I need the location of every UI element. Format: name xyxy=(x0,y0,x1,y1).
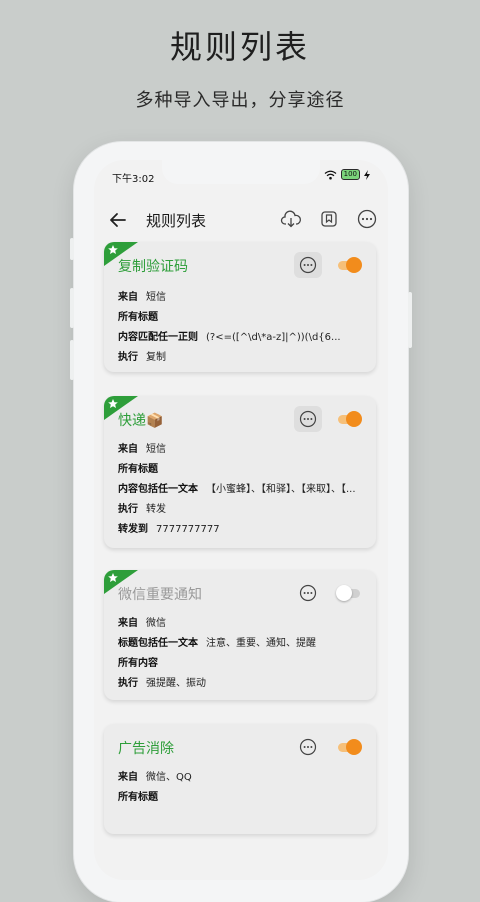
rule-line: 来自 微信、QQ xyxy=(118,772,192,783)
page-title: 规则列表 xyxy=(146,212,207,230)
phone-side-button xyxy=(70,238,74,260)
rule-title: 快递📦 xyxy=(118,413,164,429)
promo-title: 规则列表 xyxy=(169,28,310,66)
rule-toggle[interactable] xyxy=(336,410,362,428)
rule-line: 来自 短信 xyxy=(118,444,166,455)
battery-icon: 100 xyxy=(340,169,360,180)
rule-title: 微信重要通知 xyxy=(118,587,202,603)
rule-toggle[interactable] xyxy=(336,738,362,756)
rule-toggle[interactable] xyxy=(336,256,362,274)
notch xyxy=(162,160,320,184)
phone-side-button xyxy=(70,288,74,328)
rule-more-button[interactable] xyxy=(294,252,322,278)
rule-line: 所有内容 xyxy=(118,658,158,669)
promo-subtitle: 多种导入导出，分享途径 xyxy=(135,90,345,111)
rule-card[interactable]: 快递📦 来自 短信 所有标题 内容包括任一文本 【小蜜蜂】、【和驿】、【来取】、【.… xyxy=(104,396,376,548)
back-arrow-icon[interactable] xyxy=(106,208,130,232)
rule-line: 所有标题 xyxy=(118,792,158,803)
more-icon xyxy=(299,256,317,274)
wifi-icon xyxy=(324,170,337,179)
rule-line: 执行 强提醒、振动 xyxy=(118,678,206,689)
phone-side-button xyxy=(70,340,74,380)
phone-screen: 下午3:02 100 规则列表 复制验证码 来自 短信 所有标题 内容匹配任一正… xyxy=(94,160,388,880)
rule-toggle[interactable] xyxy=(336,584,362,602)
more-icon xyxy=(299,410,317,428)
bookmark-icon[interactable] xyxy=(318,208,340,230)
charging-icon xyxy=(364,169,370,180)
phone-side-button xyxy=(408,292,412,348)
rule-line: 所有标题 xyxy=(118,312,158,323)
more-icon[interactable] xyxy=(356,208,378,230)
rule-line: 转发到 7777777777 xyxy=(118,524,220,535)
rule-line: 所有标题 xyxy=(118,464,158,475)
phone-frame: 下午3:02 100 规则列表 复制验证码 来自 短信 所有标题 内容匹配任一正… xyxy=(70,142,412,902)
rule-line: 来自 短信 xyxy=(118,292,166,303)
rule-more-button[interactable] xyxy=(294,734,322,760)
rule-line: 执行 转发 xyxy=(118,504,166,515)
rule-line: 内容包括任一文本 【小蜜蜂】、【和驿】、【来取】、【... xyxy=(118,484,356,495)
more-icon xyxy=(299,738,317,756)
rule-title: 广告消除 xyxy=(118,741,174,757)
more-icon xyxy=(299,584,317,602)
status-time: 下午3:02 xyxy=(112,174,155,185)
rule-card[interactable]: 广告消除 来自 微信、QQ 所有标题 xyxy=(104,724,376,834)
rule-title: 复制验证码 xyxy=(118,259,188,275)
rule-card[interactable]: 微信重要通知 来自 微信 标题包括任一文本 注意、重要、通知、提醒 所有内容 执行强… xyxy=(104,570,376,700)
rule-more-button[interactable] xyxy=(294,580,322,606)
rule-line: 执行 复制 xyxy=(118,352,166,363)
rule-more-button[interactable] xyxy=(294,406,322,432)
app-bar: 规则列表 xyxy=(94,204,388,236)
cloud-download-icon[interactable] xyxy=(280,208,302,230)
rule-line: 内容匹配任一正则 (?<=([^\d\*a-z]|^))(\d{6... xyxy=(118,332,341,343)
rule-line: 标题包括任一文本 注意、重要、通知、提醒 xyxy=(118,638,316,649)
status-icons: 100 xyxy=(324,169,370,180)
rule-line: 来自 微信 xyxy=(118,618,166,629)
rule-card[interactable]: 复制验证码 来自 短信 所有标题 内容匹配任一正则 (?<=([^\d\*a-z]|… xyxy=(104,242,376,372)
